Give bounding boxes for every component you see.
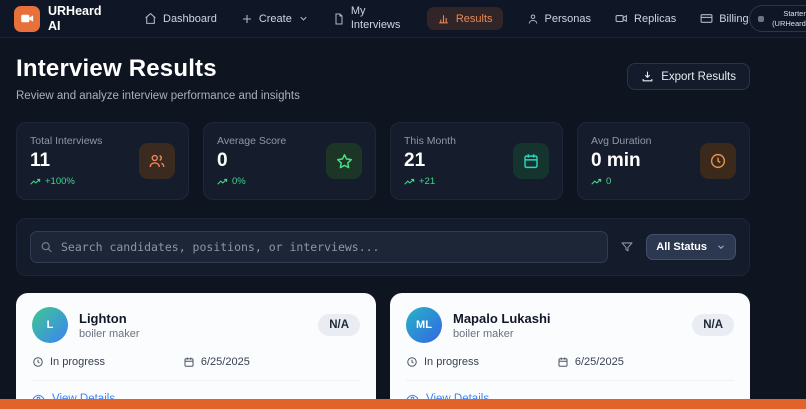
nav-label-billing: Billing: [719, 13, 748, 25]
score-badge: N/A: [318, 314, 360, 336]
bottom-accent-bar: [0, 399, 806, 409]
export-results-label: Export Results: [661, 71, 736, 83]
filter-funnel-icon[interactable]: [620, 240, 634, 254]
nav-items: Dashboard Create My Interviews Results: [144, 5, 749, 31]
brand[interactable]: URHeard AI: [14, 4, 104, 33]
results-grid: L Lighton boiler maker N/A In progress: [16, 293, 750, 409]
app-logo: [14, 6, 40, 32]
stat-trend: +100%: [30, 176, 139, 187]
stat-value: 11: [30, 150, 139, 172]
status-text: In progress: [50, 356, 105, 368]
date-item: 6/25/2025: [183, 356, 250, 368]
status-filter-dropdown[interactable]: All Status: [646, 234, 736, 260]
stats-row: Total Interviews 11 +100% Average Score …: [16, 122, 750, 200]
stat-value: 0: [217, 150, 326, 172]
nav-label-personas: Personas: [545, 13, 591, 25]
status-item: In progress: [32, 356, 183, 368]
search-input[interactable]: [30, 231, 608, 263]
stat-value: 21: [404, 150, 513, 172]
nav-item-billing[interactable]: Billing: [700, 12, 748, 25]
avatar: L: [32, 307, 68, 343]
plan-badge-label: Starter (URHeard AI): [770, 9, 806, 29]
nav-item-dashboard[interactable]: Dashboard: [144, 12, 217, 25]
trending-up-icon: [217, 177, 228, 186]
replica-camera-icon: [615, 12, 628, 25]
credit-card-icon: [700, 12, 713, 25]
candidate-position: boiler maker: [79, 328, 140, 340]
status-text: In progress: [424, 356, 479, 368]
page-header: Interview Results Review and analyze int…: [16, 55, 750, 102]
trending-up-icon: [30, 177, 41, 186]
stat-label: Total Interviews: [30, 135, 139, 147]
nav-label-create: Create: [259, 13, 292, 25]
plus-icon: [241, 13, 253, 25]
score-badge: N/A: [692, 314, 734, 336]
calendar-icon: [513, 143, 549, 179]
candidate-name: Lighton: [79, 311, 140, 326]
stat-value: 0 min: [591, 150, 700, 172]
video-camera-icon: [20, 11, 35, 26]
candidate-position: boiler maker: [453, 328, 551, 340]
date-text: 6/25/2025: [201, 356, 250, 368]
nav-label-my-interviews: My Interviews: [351, 5, 403, 31]
result-card-lighton: L Lighton boiler maker N/A In progress: [16, 293, 376, 409]
export-results-button[interactable]: Export Results: [627, 63, 750, 90]
date-item: 6/25/2025: [557, 356, 624, 368]
trending-up-icon: [591, 177, 602, 186]
stat-trend: 0: [591, 176, 700, 187]
clock-icon: [32, 356, 44, 368]
search-filter-panel: All Status: [16, 218, 750, 276]
plan-badge[interactable]: Starter (URHeard AI): [749, 5, 806, 33]
bar-chart-icon: [437, 12, 450, 25]
stat-card-average-score: Average Score 0 0%: [203, 122, 376, 200]
status-item: In progress: [406, 356, 557, 368]
chevron-down-icon: [298, 13, 309, 24]
nav-label-dashboard: Dashboard: [163, 13, 217, 25]
users-icon: [139, 143, 175, 179]
star-icon: [326, 143, 362, 179]
stat-label: This Month: [404, 135, 513, 147]
home-icon: [144, 12, 157, 25]
calendar-icon: [183, 356, 195, 368]
nav-item-replicas[interactable]: Replicas: [615, 12, 676, 25]
stat-card-avg-duration: Avg Duration 0 min 0: [577, 122, 750, 200]
download-icon: [641, 70, 654, 83]
nav-item-my-interviews[interactable]: My Interviews: [333, 5, 403, 31]
clock-icon: [700, 143, 736, 179]
stat-card-this-month: This Month 21 +21: [390, 122, 563, 200]
document-icon: [333, 13, 345, 25]
main-content: Interview Results Review and analyze int…: [0, 55, 806, 409]
calendar-icon: [557, 356, 569, 368]
clock-icon: [406, 356, 418, 368]
stat-card-total-interviews: Total Interviews 11 +100%: [16, 122, 189, 200]
person-icon: [527, 13, 539, 25]
nav-item-personas[interactable]: Personas: [527, 13, 591, 25]
top-nav: URHeard AI Dashboard Create My Interview…: [0, 0, 806, 38]
plan-dot-icon: [758, 16, 764, 22]
search-box: [30, 231, 608, 263]
nav-label-results: Results: [456, 13, 493, 25]
status-filter-value: All Status: [656, 241, 707, 253]
stat-trend: 0%: [217, 176, 326, 187]
chevron-down-icon: [716, 242, 726, 252]
nav-item-results[interactable]: Results: [427, 7, 503, 30]
date-text: 6/25/2025: [575, 356, 624, 368]
result-card-mapalo-lukashi: ML Mapalo Lukashi boiler maker N/A In pr…: [390, 293, 750, 409]
avatar: ML: [406, 307, 442, 343]
search-icon: [40, 241, 53, 254]
brand-name: URHeard AI: [48, 4, 104, 33]
stat-trend: +21: [404, 176, 513, 187]
nav-item-create[interactable]: Create: [241, 13, 309, 25]
stat-label: Avg Duration: [591, 135, 700, 147]
candidate-name: Mapalo Lukashi: [453, 311, 551, 326]
page-title: Interview Results: [16, 55, 300, 83]
nav-right: Starter (URHeard AI): [749, 5, 806, 33]
page-subtitle: Review and analyze interview performance…: [16, 90, 300, 102]
trending-up-icon: [404, 177, 415, 186]
stat-label: Average Score: [217, 135, 326, 147]
nav-label-replicas: Replicas: [634, 13, 676, 25]
